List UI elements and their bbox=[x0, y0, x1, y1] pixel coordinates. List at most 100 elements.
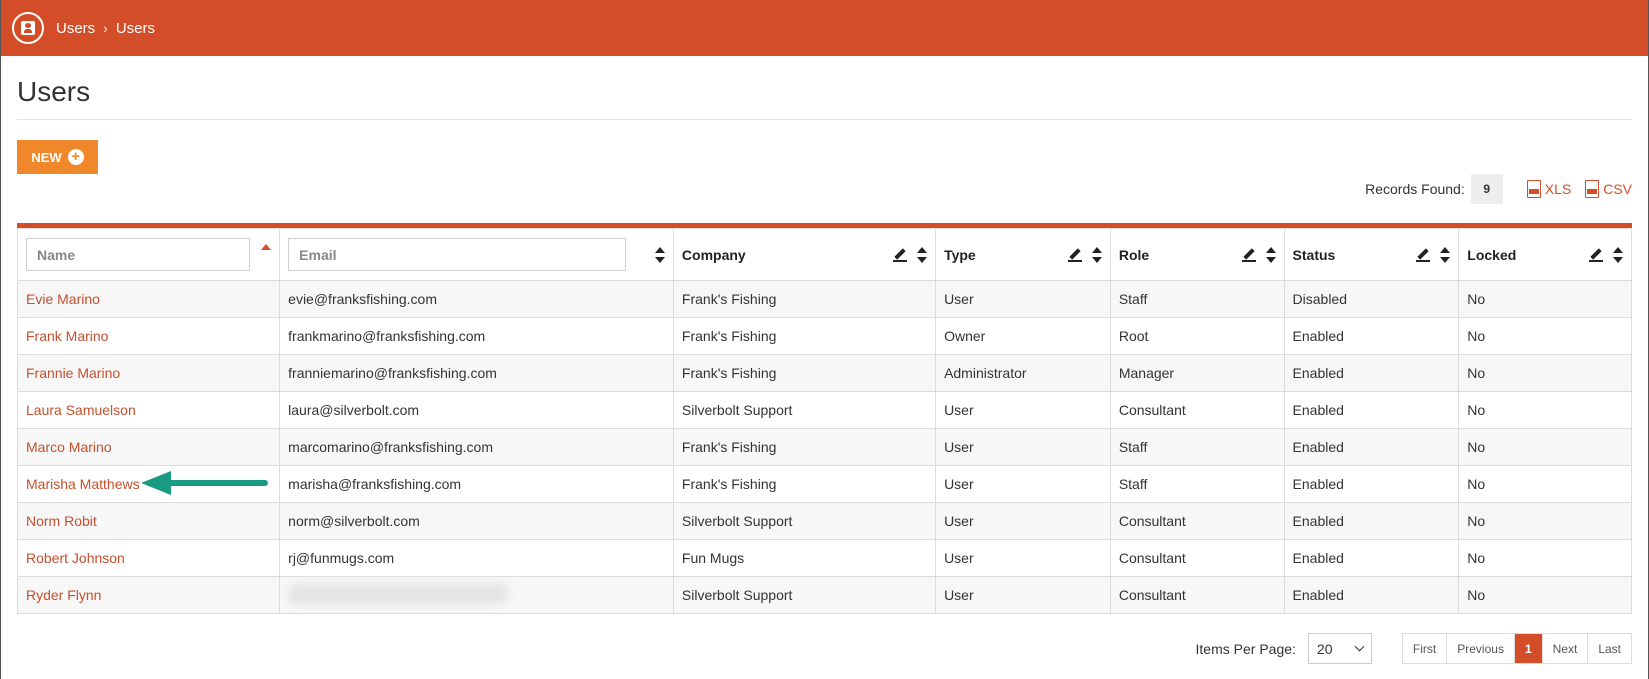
user-company: Frank's Fishing bbox=[672, 280, 937, 318]
user-company: Silverbolt Support bbox=[672, 391, 937, 429]
table-row[interactable]: Ryder Flynn Silverbolt Support User Cons… bbox=[16, 576, 1632, 614]
user-locked: No bbox=[1458, 576, 1632, 614]
user-type: User bbox=[935, 465, 1111, 503]
user-email-redacted bbox=[279, 576, 674, 614]
pager: First Previous 1 Next Last bbox=[1401, 633, 1632, 664]
type-filter-pencil-icon[interactable] bbox=[1067, 248, 1082, 262]
page-current-button[interactable]: 1 bbox=[1514, 634, 1543, 663]
user-name-link[interactable]: Ryder Flynn bbox=[16, 576, 281, 614]
company-header: Company bbox=[681, 246, 746, 263]
table-row[interactable]: Marco Marino marcomarino@franksfishing.c… bbox=[16, 428, 1632, 466]
chevron-right-icon: › bbox=[103, 20, 108, 36]
col-name bbox=[16, 228, 281, 281]
user-locked: No bbox=[1458, 317, 1632, 355]
items-per-page-label: Items Per Page: bbox=[1195, 640, 1296, 657]
records-count: 9 bbox=[1470, 174, 1503, 204]
status-filter-pencil-icon[interactable] bbox=[1416, 248, 1431, 262]
role-filter-pencil-icon[interactable] bbox=[1241, 248, 1256, 262]
user-name-link[interactable]: Robert Johnson bbox=[16, 539, 281, 577]
user-role: Consultant bbox=[1109, 391, 1285, 429]
breadcrumb-root[interactable]: Users bbox=[56, 20, 95, 37]
export-xls-button[interactable]: XLS bbox=[1526, 180, 1572, 198]
redacted-email-blur bbox=[288, 583, 509, 604]
chevron-down-icon bbox=[1354, 641, 1365, 652]
type-header: Type bbox=[944, 246, 976, 263]
col-type: Type bbox=[935, 228, 1111, 281]
locked-filter-pencil-icon[interactable] bbox=[1589, 248, 1603, 262]
col-email bbox=[279, 228, 674, 281]
company-filter-pencil-icon[interactable] bbox=[893, 248, 908, 262]
user-type: User bbox=[935, 280, 1111, 318]
user-name-link[interactable]: Marco Marino bbox=[16, 428, 281, 466]
user-status: Enabled bbox=[1283, 576, 1460, 614]
users-grid: Company Type Role bbox=[16, 223, 1632, 614]
user-type: User bbox=[935, 539, 1111, 577]
status-sort-icon[interactable] bbox=[1440, 246, 1451, 263]
user-company: Fun Mugs bbox=[672, 539, 937, 577]
items-per-page-select[interactable]: 20 bbox=[1307, 633, 1372, 664]
breadcrumb-current: Users bbox=[115, 19, 156, 37]
name-filter-input[interactable] bbox=[26, 238, 250, 271]
export-csv-label: CSV bbox=[1603, 181, 1632, 197]
user-badge-icon[interactable] bbox=[12, 12, 44, 44]
user-type: User bbox=[935, 576, 1111, 614]
user-company: Silverbolt Support bbox=[672, 576, 937, 614]
user-role: Staff bbox=[1109, 280, 1285, 318]
col-role: Role bbox=[1109, 228, 1285, 281]
user-email: laura@silverbolt.com bbox=[279, 391, 674, 429]
table-row[interactable]: Evie Marino evie@franksfishing.com Frank… bbox=[16, 280, 1632, 318]
user-name-link[interactable]: Norm Robit bbox=[16, 502, 281, 540]
user-email: evie@franksfishing.com bbox=[279, 280, 674, 318]
page-first-button[interactable]: First bbox=[1402, 634, 1448, 663]
user-status: Enabled bbox=[1283, 539, 1460, 577]
user-status: Enabled bbox=[1283, 428, 1460, 466]
export-xls-label: XLS bbox=[1544, 181, 1572, 197]
user-name-link[interactable]: Evie Marino bbox=[16, 280, 281, 318]
user-locked: No bbox=[1458, 428, 1632, 466]
user-status: Enabled bbox=[1283, 502, 1460, 540]
status-header: Status bbox=[1292, 246, 1336, 263]
type-sort-icon[interactable] bbox=[1091, 246, 1102, 263]
user-locked: No bbox=[1458, 465, 1632, 503]
user-status: Disabled bbox=[1283, 280, 1460, 318]
title-divider bbox=[17, 119, 1632, 120]
records-summary: Records Found: 9 XLS CSV bbox=[1365, 174, 1632, 204]
email-sort-icon[interactable] bbox=[654, 246, 665, 263]
export-csv-button[interactable]: CSV bbox=[1585, 180, 1632, 198]
user-name-link[interactable]: Laura Samuelson bbox=[16, 391, 281, 429]
user-type: User bbox=[935, 428, 1111, 466]
locked-sort-icon[interactable] bbox=[1613, 246, 1623, 263]
user-status: Enabled bbox=[1283, 465, 1460, 503]
user-status: Enabled bbox=[1283, 391, 1460, 429]
annotation-arrow-icon bbox=[141, 471, 268, 495]
user-role: Staff bbox=[1109, 465, 1285, 503]
new-user-button[interactable]: NEW + bbox=[17, 140, 98, 174]
locked-header: Locked bbox=[1467, 246, 1517, 263]
table-row[interactable]: Robert Johnson rj@funmugs.com Fun Mugs U… bbox=[16, 539, 1632, 577]
page-next-button[interactable]: Next bbox=[1542, 634, 1589, 663]
user-name-link[interactable]: Frank Marino bbox=[16, 317, 281, 355]
page-last-button[interactable]: Last bbox=[1588, 634, 1631, 663]
user-role: Consultant bbox=[1109, 502, 1285, 540]
user-email: frankmarino@franksfishing.com bbox=[279, 317, 674, 355]
table-row[interactable]: Frannie Marino franniemarino@franksfishi… bbox=[16, 354, 1632, 392]
page-previous-button[interactable]: Previous bbox=[1447, 634, 1515, 663]
user-type: User bbox=[935, 391, 1111, 429]
page-title: Users bbox=[17, 76, 91, 107]
email-filter-input[interactable] bbox=[288, 238, 627, 271]
csv-file-icon bbox=[1585, 180, 1600, 198]
user-email: marisha@franksfishing.com bbox=[279, 465, 674, 503]
user-name-link[interactable]: Frannie Marino bbox=[16, 354, 281, 392]
col-locked: Locked bbox=[1458, 228, 1632, 281]
table-row[interactable]: Frank Marino frankmarino@franksfishing.c… bbox=[16, 317, 1632, 355]
top-bar: Users › Users bbox=[1, 0, 1648, 56]
user-role: Staff bbox=[1109, 428, 1285, 466]
company-sort-icon[interactable] bbox=[917, 246, 928, 263]
sort-ascending-icon[interactable] bbox=[261, 244, 272, 250]
role-sort-icon[interactable] bbox=[1265, 246, 1276, 263]
header-row: Company Type Role bbox=[16, 228, 1632, 281]
table-row[interactable]: Norm Robit norm@silverbolt.com Silverbol… bbox=[16, 502, 1632, 540]
user-status: Enabled bbox=[1283, 354, 1460, 392]
user-company: Frank's Fishing bbox=[672, 428, 937, 466]
table-row[interactable]: Laura Samuelson laura@silverbolt.com Sil… bbox=[16, 391, 1632, 429]
